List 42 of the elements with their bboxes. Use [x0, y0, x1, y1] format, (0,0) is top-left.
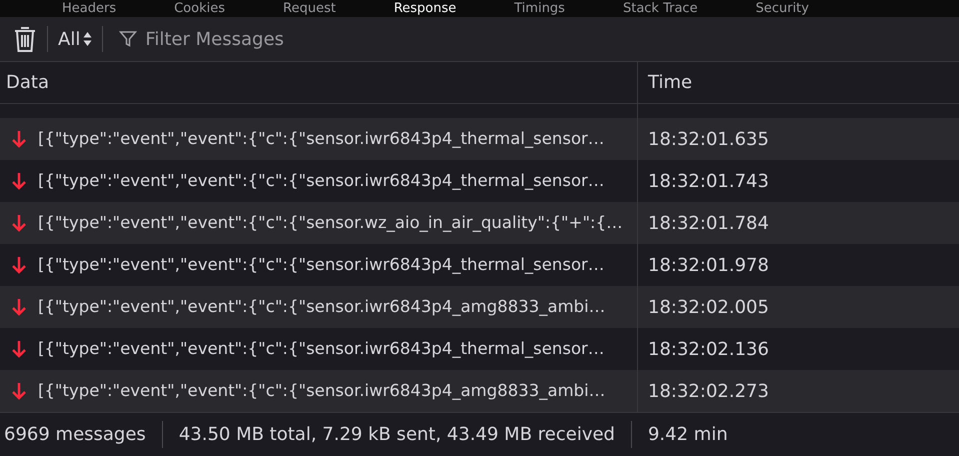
message-time: 18:32:02.136	[648, 338, 769, 362]
message-row[interactable]: [{"type":"event","event":{"c":{"sensor.iwr6843p4_thermal_sensor… 18:32:01.635	[0, 118, 959, 160]
message-time: 18:32:01.635	[648, 128, 769, 152]
message-row[interactable]: [{"type":"event","event":{"c":{"sensor.iwr6843p4_amg8833_ambi… 18:32:02.273	[0, 370, 959, 412]
status-text: 9.42 min	[630, 421, 744, 448]
message-data: [{"type":"event","event":{"c":{"sensor.iwr6843p4_amg8833_ambi…	[38, 296, 606, 318]
tab[interactable]: Stack Trace	[622, 1, 698, 16]
message-data: [{"type":"event","event":{"c":{"sensor.iwr6843p4_thermal_sensor…	[38, 128, 604, 150]
down-arrow-icon	[12, 382, 26, 400]
message-time: 18:32:01.743	[648, 170, 769, 194]
sort-arrows-icon	[83, 31, 92, 47]
column-header[interactable]: Time	[638, 62, 959, 103]
status-text: 43.50 MB total, 7.29 kB sent, 43.49 MB received	[162, 421, 631, 448]
tab[interactable]: Security	[756, 1, 809, 16]
message-time: 18:32:02.005	[648, 296, 769, 320]
message-data: [{"type":"event","event":{"c":{"sensor.iwr6843p4_thermal_sensor…	[38, 338, 604, 360]
down-arrow-icon	[12, 340, 26, 358]
funnel-icon	[119, 30, 138, 48]
message-time: 18:32:01.784	[648, 212, 769, 236]
tab[interactable]: Timings	[514, 1, 565, 16]
message-time: 18:32:02.273	[648, 380, 769, 404]
status-text: 6969 messages	[3, 423, 147, 447]
tab[interactable]: Cookies	[174, 1, 226, 16]
tab[interactable]: Request	[283, 1, 336, 16]
tab[interactable]: Response	[394, 1, 456, 16]
filter-field[interactable]: Filter Messages	[145, 26, 446, 52]
message-data: [{"type":"event","event":{"c":{"sensor.iwr6843p4_thermal_sensor…	[38, 170, 604, 192]
message-row[interactable]: [{"type":"event","event":{"c":{"sensor.wz_aio_in_air_quality":{"+":{… 18:32:01.784	[0, 202, 959, 244]
down-arrow-icon	[12, 256, 26, 274]
message-time: 18:32:01.978	[648, 254, 769, 278]
down-arrow-icon	[12, 214, 26, 232]
message-data: [{"type":"event","event":{"c":{"sensor.iwr6843p4_amg8833_ambi…	[38, 380, 606, 402]
message-row[interactable]: [{"type":"event","event":{"c":{"sensor.iwr6843p4_amg8833_ambi… 18:32:02.005	[0, 286, 959, 328]
tab[interactable]: Headers	[62, 1, 116, 16]
down-arrow-icon	[12, 298, 26, 316]
trash-icon[interactable]	[13, 25, 37, 53]
message-data: [{"type":"event","event":{"c":{"sensor.wz_aio_in_air_quality":{"+":{…	[38, 212, 623, 234]
message-type-select[interactable]: All	[58, 26, 92, 52]
message-data: [{"type":"event","event":{"c":{"sensor.iwr6843p4_thermal_sensor…	[38, 254, 604, 276]
down-arrow-icon	[12, 172, 26, 190]
down-arrow-icon	[12, 130, 26, 148]
column-header[interactable]: Data	[0, 62, 638, 103]
